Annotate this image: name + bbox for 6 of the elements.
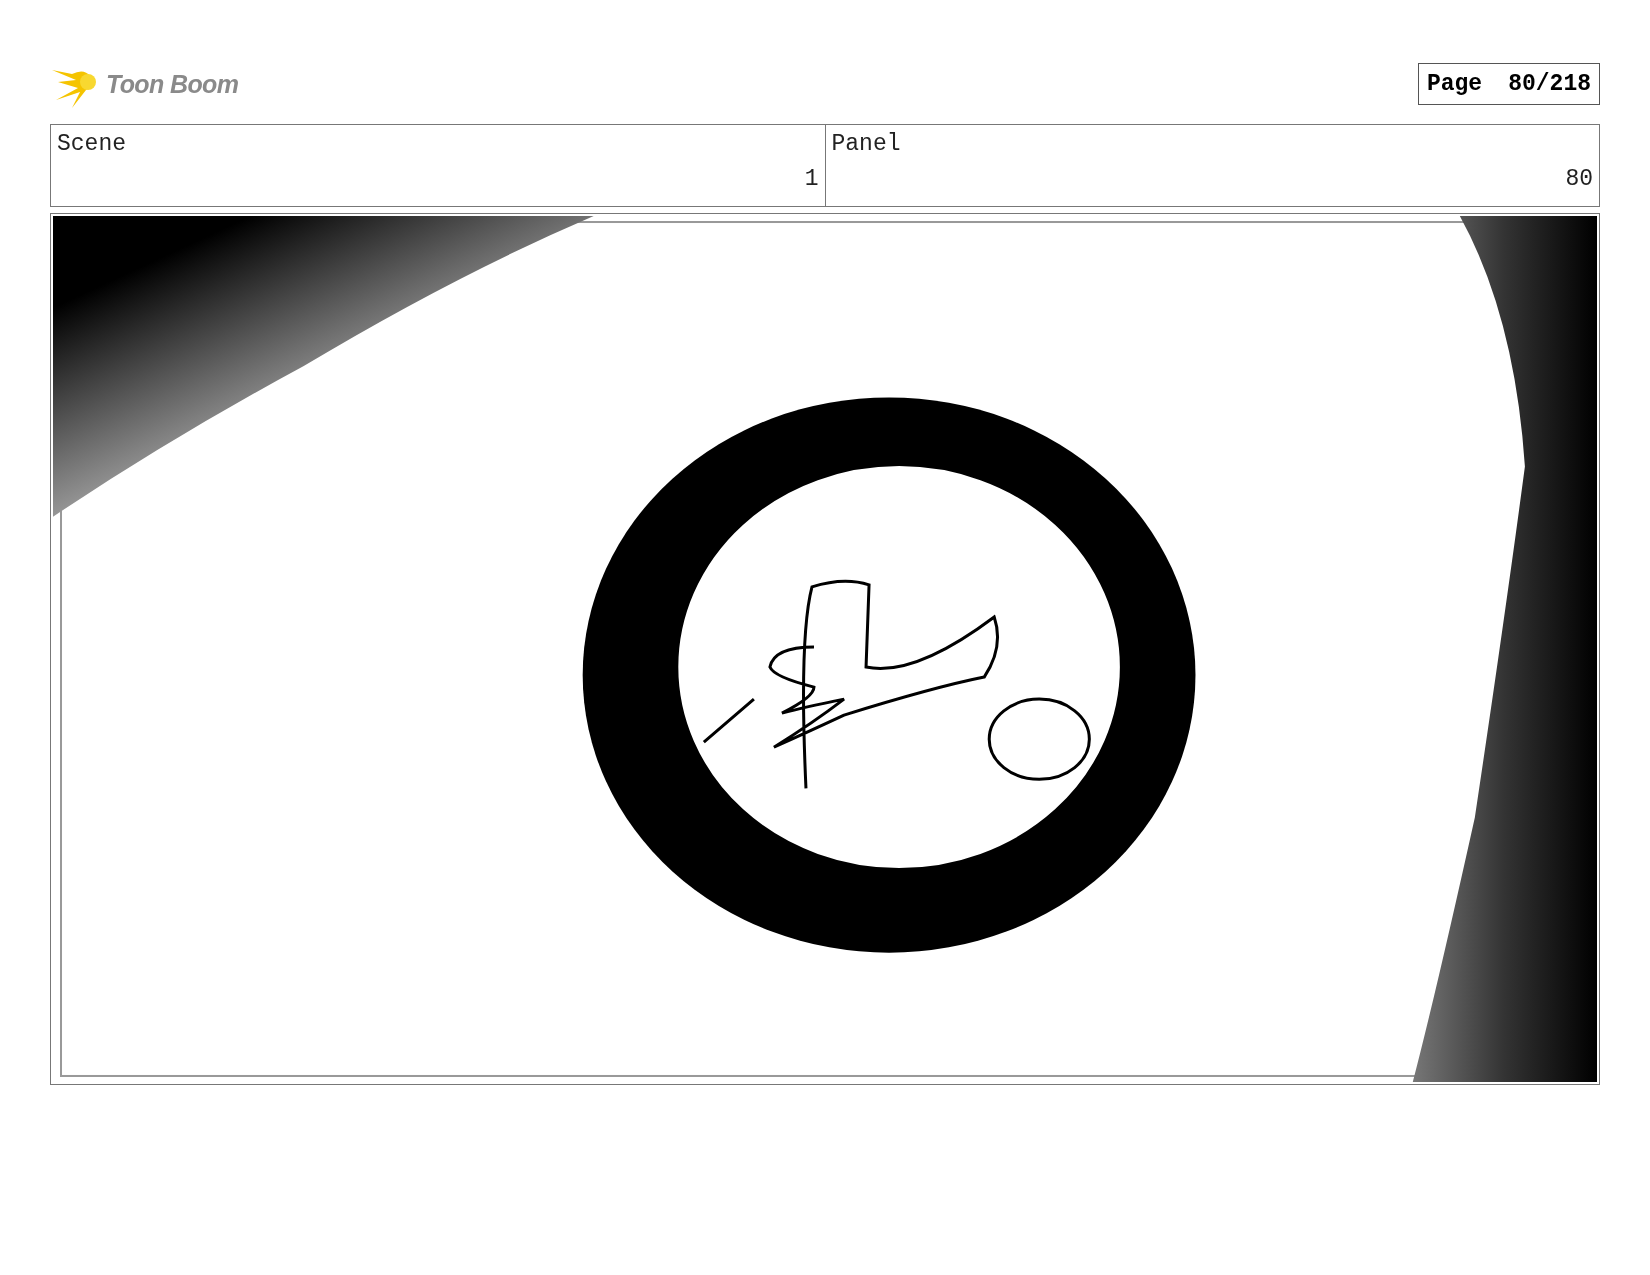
page-counter: Page 80/218: [1417, 63, 1600, 105]
field-label: Scene: [57, 130, 126, 159]
field-label: Panel: [831, 130, 901, 159]
field-value: 1: [804, 164, 819, 194]
logo-text: Toon Boom: [106, 69, 239, 101]
field-value: 80: [1565, 164, 1593, 194]
